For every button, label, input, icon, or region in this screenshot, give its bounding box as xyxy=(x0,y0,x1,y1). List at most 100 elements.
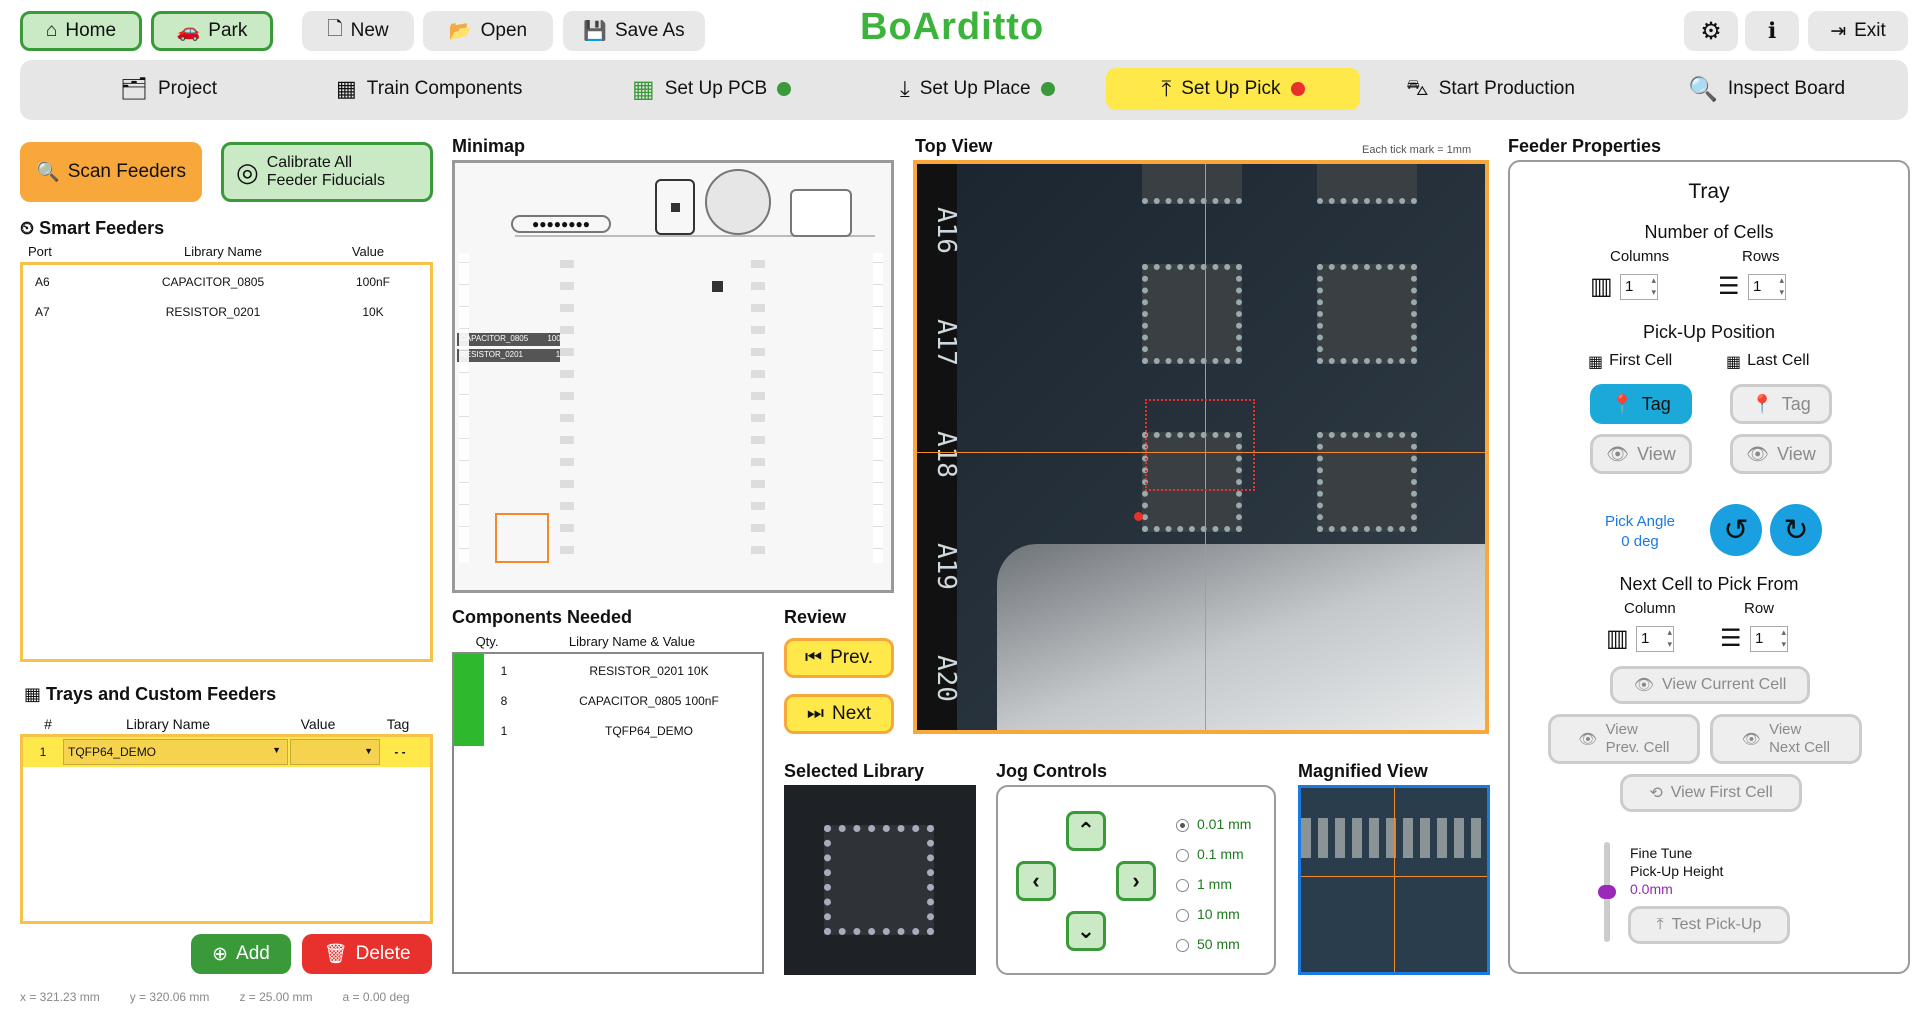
exit-button[interactable]: ⇥ Exit xyxy=(1808,11,1908,51)
table-row[interactable]: 1 RESISTOR_0201 10K xyxy=(454,664,762,678)
step-size-group: 0.01 mm 0.1 mm 1 mm 10 mm 50 mm xyxy=(1176,809,1251,959)
info-button[interactable]: ℹ xyxy=(1745,11,1799,51)
chip xyxy=(1317,432,1417,532)
pick-point xyxy=(1134,512,1143,521)
rotate-cw-button[interactable]: ↻ xyxy=(1770,504,1822,556)
trays-title: ▦ Trays and Custom Feeders xyxy=(24,684,277,704)
park-button[interactable]: 🚗 Park xyxy=(151,11,273,51)
tab-train-components[interactable]: ▦ Train Components xyxy=(322,68,536,110)
rotate-ccw-button[interactable]: ↺ xyxy=(1710,504,1762,556)
eye-forward-icon: 👁 xyxy=(1742,731,1762,748)
step-option[interactable]: 0.01 mm xyxy=(1176,809,1251,839)
table-row[interactable]: A7 RESISTOR_0201 10K xyxy=(23,305,430,319)
first-tag-button[interactable]: 📍 Tag xyxy=(1590,384,1692,424)
components-table: 1 RESISTOR_0201 10K 8 CAPACITOR_0805 100nF… xyxy=(452,652,764,974)
jog-panel: ⌃ ‹ › ⌄ 0.01 mm 0.1 mm 1 mm 10 mm 50 mm xyxy=(996,785,1276,975)
selected-library-title: Selected Library xyxy=(784,761,925,781)
info-icon: ℹ xyxy=(1767,18,1777,43)
table-row[interactable]: 8 CAPACITOR_0805 100nF xyxy=(454,694,762,708)
view-prev-cell-button[interactable]: 👁 View Prev. Cell xyxy=(1548,714,1700,764)
column-label: Column xyxy=(1624,600,1676,617)
delete-button[interactable]: 🗑 Delete xyxy=(302,934,432,974)
feeder-type: Tray xyxy=(1688,180,1730,203)
rows-icon: ☰ xyxy=(1718,273,1740,300)
prev-button[interactable]: ⏮ Prev. xyxy=(784,638,894,678)
top-view-camera[interactable]: A16 A17 A18 A19 A20 xyxy=(913,160,1489,734)
tab-start-production[interactable]: ⛍ Start Production xyxy=(1392,68,1589,110)
magnified-title: Magnified View xyxy=(1298,761,1428,781)
open-button[interactable]: 📂 Open xyxy=(423,11,553,51)
next-column-spinner[interactable]: 1 xyxy=(1636,626,1674,652)
grid-icon: ▦ xyxy=(632,75,655,103)
test-pickup-button[interactable]: ⤒ Test Pick-Up xyxy=(1628,906,1790,944)
view-current-cell-button[interactable]: 👁 View Current Cell xyxy=(1610,666,1810,704)
next-cell-title: Next Cell to Pick From xyxy=(1619,574,1799,594)
last-cell-label: ▦ Last Cell xyxy=(1726,352,1810,371)
minimap-title: Minimap xyxy=(452,136,526,156)
table-row[interactable]: A6 CAPACITOR_0805 100nF xyxy=(23,275,430,289)
columns-spinner[interactable]: 1 xyxy=(1620,274,1658,300)
slot-column xyxy=(873,253,883,563)
table-row[interactable]: 1 TQFP64_DEMO ▼ ▼ - - xyxy=(23,737,430,767)
feeder-properties-panel: Tray Number of Cells Columns Rows ▥ 1 ☰ … xyxy=(1508,160,1910,974)
step-option[interactable]: 0.1 mm xyxy=(1176,839,1251,869)
view-first-cell-button[interactable]: ⟲ View First Cell xyxy=(1620,774,1802,812)
value-dropdown[interactable]: ▼ xyxy=(290,739,380,765)
step-option[interactable]: 50 mm xyxy=(1176,929,1251,959)
scan-feeders-button[interactable]: 🔍 Scan Feeders xyxy=(20,142,202,202)
gear-icon: ⚙ xyxy=(1700,17,1722,45)
fine-tune-label: Fine Tune Pick-Up Height 0.0mm xyxy=(1630,845,1724,897)
folder-icon: 📂 xyxy=(448,21,473,42)
status-dot xyxy=(777,82,792,96)
skip-back-icon: ⏮ xyxy=(804,647,823,668)
rows-spinner[interactable]: 1 xyxy=(1748,274,1786,300)
tab-set-up-pick[interactable]: ⤒ Set Up Pick xyxy=(1106,68,1360,110)
row-label: Row xyxy=(1744,600,1775,617)
upload-icon: ⤒ xyxy=(1161,76,1172,101)
cells-title: Number of Cells xyxy=(1644,222,1774,242)
minimap-canvas[interactable]: ●●●●●●●● CAPACITOR_0805 100nF RESISTOR_02… xyxy=(452,160,894,593)
jog-down-button[interactable]: ⌄ xyxy=(1066,911,1106,951)
jog-up-button[interactable]: ⌃ xyxy=(1066,811,1106,851)
plus-icon: ⊕ xyxy=(212,943,229,965)
status-dot xyxy=(1290,82,1305,96)
first-cell-label: ▦ First Cell xyxy=(1588,352,1673,371)
tab-inspect-board[interactable]: 🔍 Inspect Board xyxy=(1674,68,1859,110)
rotate-cw-icon: ↻ xyxy=(1783,513,1809,547)
pickup-title: Pick-Up Position xyxy=(1642,322,1776,342)
components-title: Components Needed xyxy=(452,607,633,627)
trays-table: 1 TQFP64_DEMO ▼ ▼ - - xyxy=(20,734,433,924)
tab-set-up-place[interactable]: ⤓ Set Up Place xyxy=(886,68,1069,110)
rows-icon: ☰ xyxy=(1720,625,1742,652)
save-as-button[interactable]: 💾 Save As xyxy=(563,11,705,51)
library-dropdown[interactable]: TQFP64_DEMO ▼ xyxy=(63,739,288,765)
new-button[interactable]: 🗋 New xyxy=(302,11,414,51)
step-option[interactable]: 10 mm xyxy=(1176,899,1251,929)
pick-angle: Pick Angle 0 deg xyxy=(1604,513,1676,550)
tab-project[interactable]: 🗂 Project xyxy=(106,68,231,110)
add-button[interactable]: ⊕ Add xyxy=(191,934,291,974)
last-tag-button[interactable]: 📍 Tag xyxy=(1730,384,1832,424)
settings-button[interactable]: ⚙ xyxy=(1684,11,1738,51)
jog-left-button[interactable]: ‹ xyxy=(1016,861,1056,901)
slider-knob[interactable] xyxy=(1598,885,1616,899)
eye-icon: 👁 xyxy=(1606,443,1630,464)
last-view-button[interactable]: 👁 View xyxy=(1730,434,1832,474)
folders-icon: 🗂 xyxy=(120,76,148,101)
tab-set-up-pcb[interactable]: ▦ Set Up PCB xyxy=(618,68,805,110)
eye-icon: 👁 xyxy=(1746,443,1770,464)
trash-icon: 🗑 xyxy=(323,944,348,965)
step-option[interactable]: 1 mm xyxy=(1176,869,1251,899)
view-next-cell-button[interactable]: 👁 View Next Cell xyxy=(1710,714,1862,764)
first-view-button[interactable]: 👁 View xyxy=(1590,434,1692,474)
next-button[interactable]: ⏭ Next xyxy=(784,694,894,734)
next-row-spinner[interactable]: 1 xyxy=(1750,626,1788,652)
table-row[interactable]: 1 TQFP64_DEMO xyxy=(454,724,762,738)
columns-icon: ▥ xyxy=(1590,273,1613,300)
jog-right-button[interactable]: › xyxy=(1116,861,1156,901)
height-slider[interactable] xyxy=(1598,842,1616,942)
calibrate-fiducials-button[interactable]: ◎ Calibrate All Feeder Fiducials xyxy=(221,142,433,202)
button-footprint xyxy=(655,179,695,235)
home-button[interactable]: ⌂ Home xyxy=(20,11,142,51)
chevron-right-icon: › xyxy=(1132,868,1140,893)
